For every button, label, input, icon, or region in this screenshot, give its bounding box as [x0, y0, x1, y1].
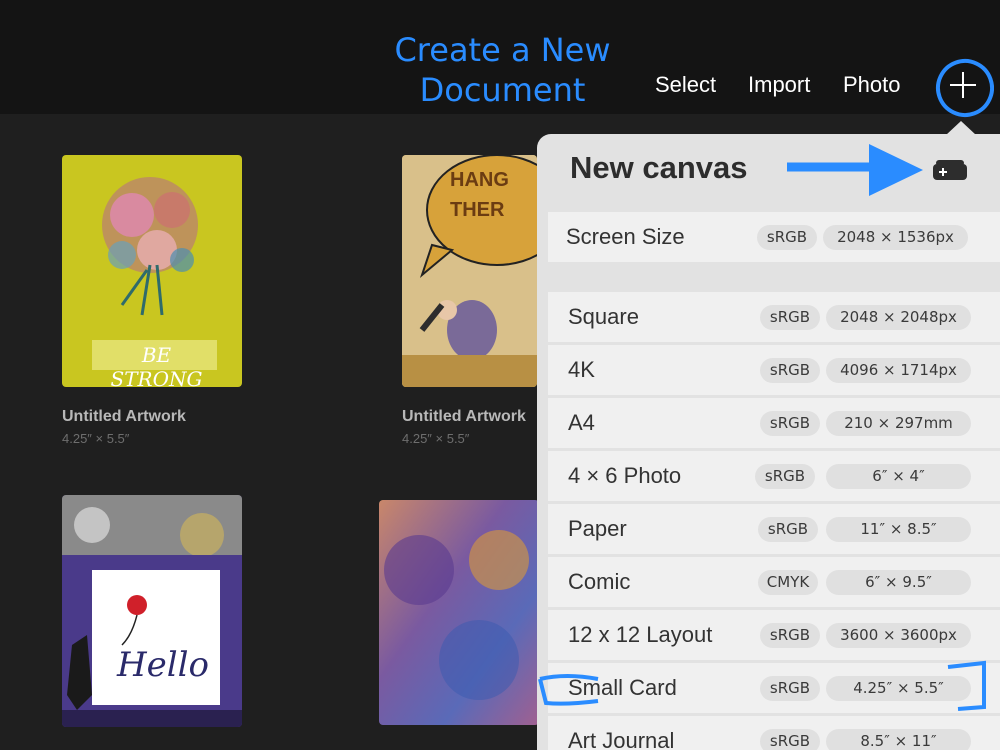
canvas-row-name: Comic	[568, 569, 631, 594]
canvas-row-name: 12 x 12 Layout	[568, 622, 713, 647]
dimensions-pill: 6″ × 4″	[826, 464, 971, 489]
canvas-row-4k[interactable]: 4K sRGB 4096 × 1714px	[548, 345, 1000, 395]
dimensions-pill: 8.5″ × 11″	[826, 729, 971, 750]
select-button[interactable]: Select	[655, 72, 716, 98]
annotation-line-2: Document	[419, 71, 586, 109]
colorspace-pill: sRGB	[760, 358, 820, 383]
popover-arrow	[946, 121, 976, 135]
plus-icon	[936, 59, 994, 117]
colorspace-pill: sRGB	[760, 305, 820, 330]
colorspace-pill: sRGB	[760, 411, 820, 436]
colorspace-pill: CMYK	[758, 570, 818, 595]
dimensions-pill: 2048 × 2048px	[826, 305, 971, 330]
canvas-row-name: Paper	[568, 516, 627, 541]
canvas-row-screen-size[interactable]: Screen Size sRGB 2048 × 1536px	[548, 212, 1000, 262]
add-custom-canvas-button[interactable]	[931, 154, 971, 184]
canvas-row-art-journal[interactable]: Art Journal sRGB 8.5″ × 11″	[548, 716, 1000, 750]
colorspace-pill: sRGB	[760, 623, 820, 648]
artwork-thumbnail-4[interactable]	[379, 500, 539, 725]
dimensions-pill: 210 × 297mm	[826, 411, 971, 436]
artwork-caption-2: HANG THER	[450, 169, 509, 221]
artwork-title-2[interactable]: Untitled Artwork	[402, 408, 526, 426]
colorspace-pill: sRGB	[758, 517, 818, 542]
canvas-row-4x6-photo[interactable]: 4 × 6 Photo sRGB 6″ × 4″	[548, 451, 1000, 501]
colorspace-pill: sRGB	[757, 225, 817, 250]
artwork-title-1[interactable]: Untitled Artwork	[62, 408, 186, 426]
annotation-arrow	[787, 144, 923, 196]
artwork-size-1: 4.25″ × 5.5″	[62, 431, 130, 446]
colorspace-pill: sRGB	[755, 464, 815, 489]
new-canvas-popover: New canvas Screen Size sRGB 2048 × 1536p…	[537, 134, 1000, 750]
artwork-caption-1: BE STRONG	[110, 343, 203, 387]
artwork-image-3	[62, 495, 242, 727]
artwork-thumbnail-2[interactable]: HANG THER	[402, 155, 537, 387]
canvas-row-name: 4 × 6 Photo	[568, 463, 682, 488]
canvas-row-comic[interactable]: Comic CMYK 6″ × 9.5″	[548, 557, 1000, 607]
artwork-caption-3: Hello	[117, 645, 209, 685]
canvas-row-square[interactable]: Square sRGB 2048 × 2048px	[548, 292, 1000, 342]
canvas-row-a4[interactable]: A4 sRGB 210 × 297mm	[548, 398, 1000, 448]
colorspace-pill: sRGB	[760, 729, 820, 750]
import-button[interactable]: Import	[748, 72, 810, 98]
artwork-size-2: 4.25″ × 5.5″	[402, 431, 470, 446]
popover-title: New canvas	[570, 150, 748, 185]
canvas-row-paper[interactable]: Paper sRGB 11″ × 8.5″	[548, 504, 1000, 554]
artwork-image-4	[379, 500, 539, 725]
artwork-thumbnail-3[interactable]: Hello	[62, 495, 242, 727]
annotation-bracket-left	[538, 674, 599, 706]
annotation-bracket-right	[947, 660, 986, 711]
dimensions-pill: 2048 × 1536px	[823, 225, 968, 250]
canvas-row-name: Square	[568, 304, 639, 329]
canvas-row-name: A4	[568, 410, 595, 435]
dimensions-pill: 4096 × 1714px	[826, 358, 971, 383]
photo-button[interactable]: Photo	[843, 72, 901, 98]
add-canvas-button[interactable]	[932, 58, 994, 118]
colorspace-pill: sRGB	[760, 676, 820, 701]
dimensions-pill: 6″ × 9.5″	[826, 570, 971, 595]
dimensions-pill: 3600 × 3600px	[826, 623, 971, 648]
canvas-row-name: 4K	[568, 357, 595, 382]
add-custom-canvas-icon	[933, 160, 967, 180]
canvas-row-name: Screen Size	[566, 224, 685, 249]
dimensions-pill: 11″ × 8.5″	[826, 517, 971, 542]
canvas-row-small-card[interactable]: Small Card sRGB 4.25″ × 5.5″	[548, 663, 1000, 713]
canvas-row-12x12-layout[interactable]: 12 x 12 Layout sRGB 3600 × 3600px	[548, 610, 1000, 660]
annotation-line-1: Create a New	[394, 31, 611, 69]
artwork-thumbnail-1[interactable]: BE STRONG	[62, 155, 242, 387]
annotation-create-new-document: Create a New Document	[380, 30, 625, 110]
canvas-row-name: Art Journal	[568, 728, 675, 750]
